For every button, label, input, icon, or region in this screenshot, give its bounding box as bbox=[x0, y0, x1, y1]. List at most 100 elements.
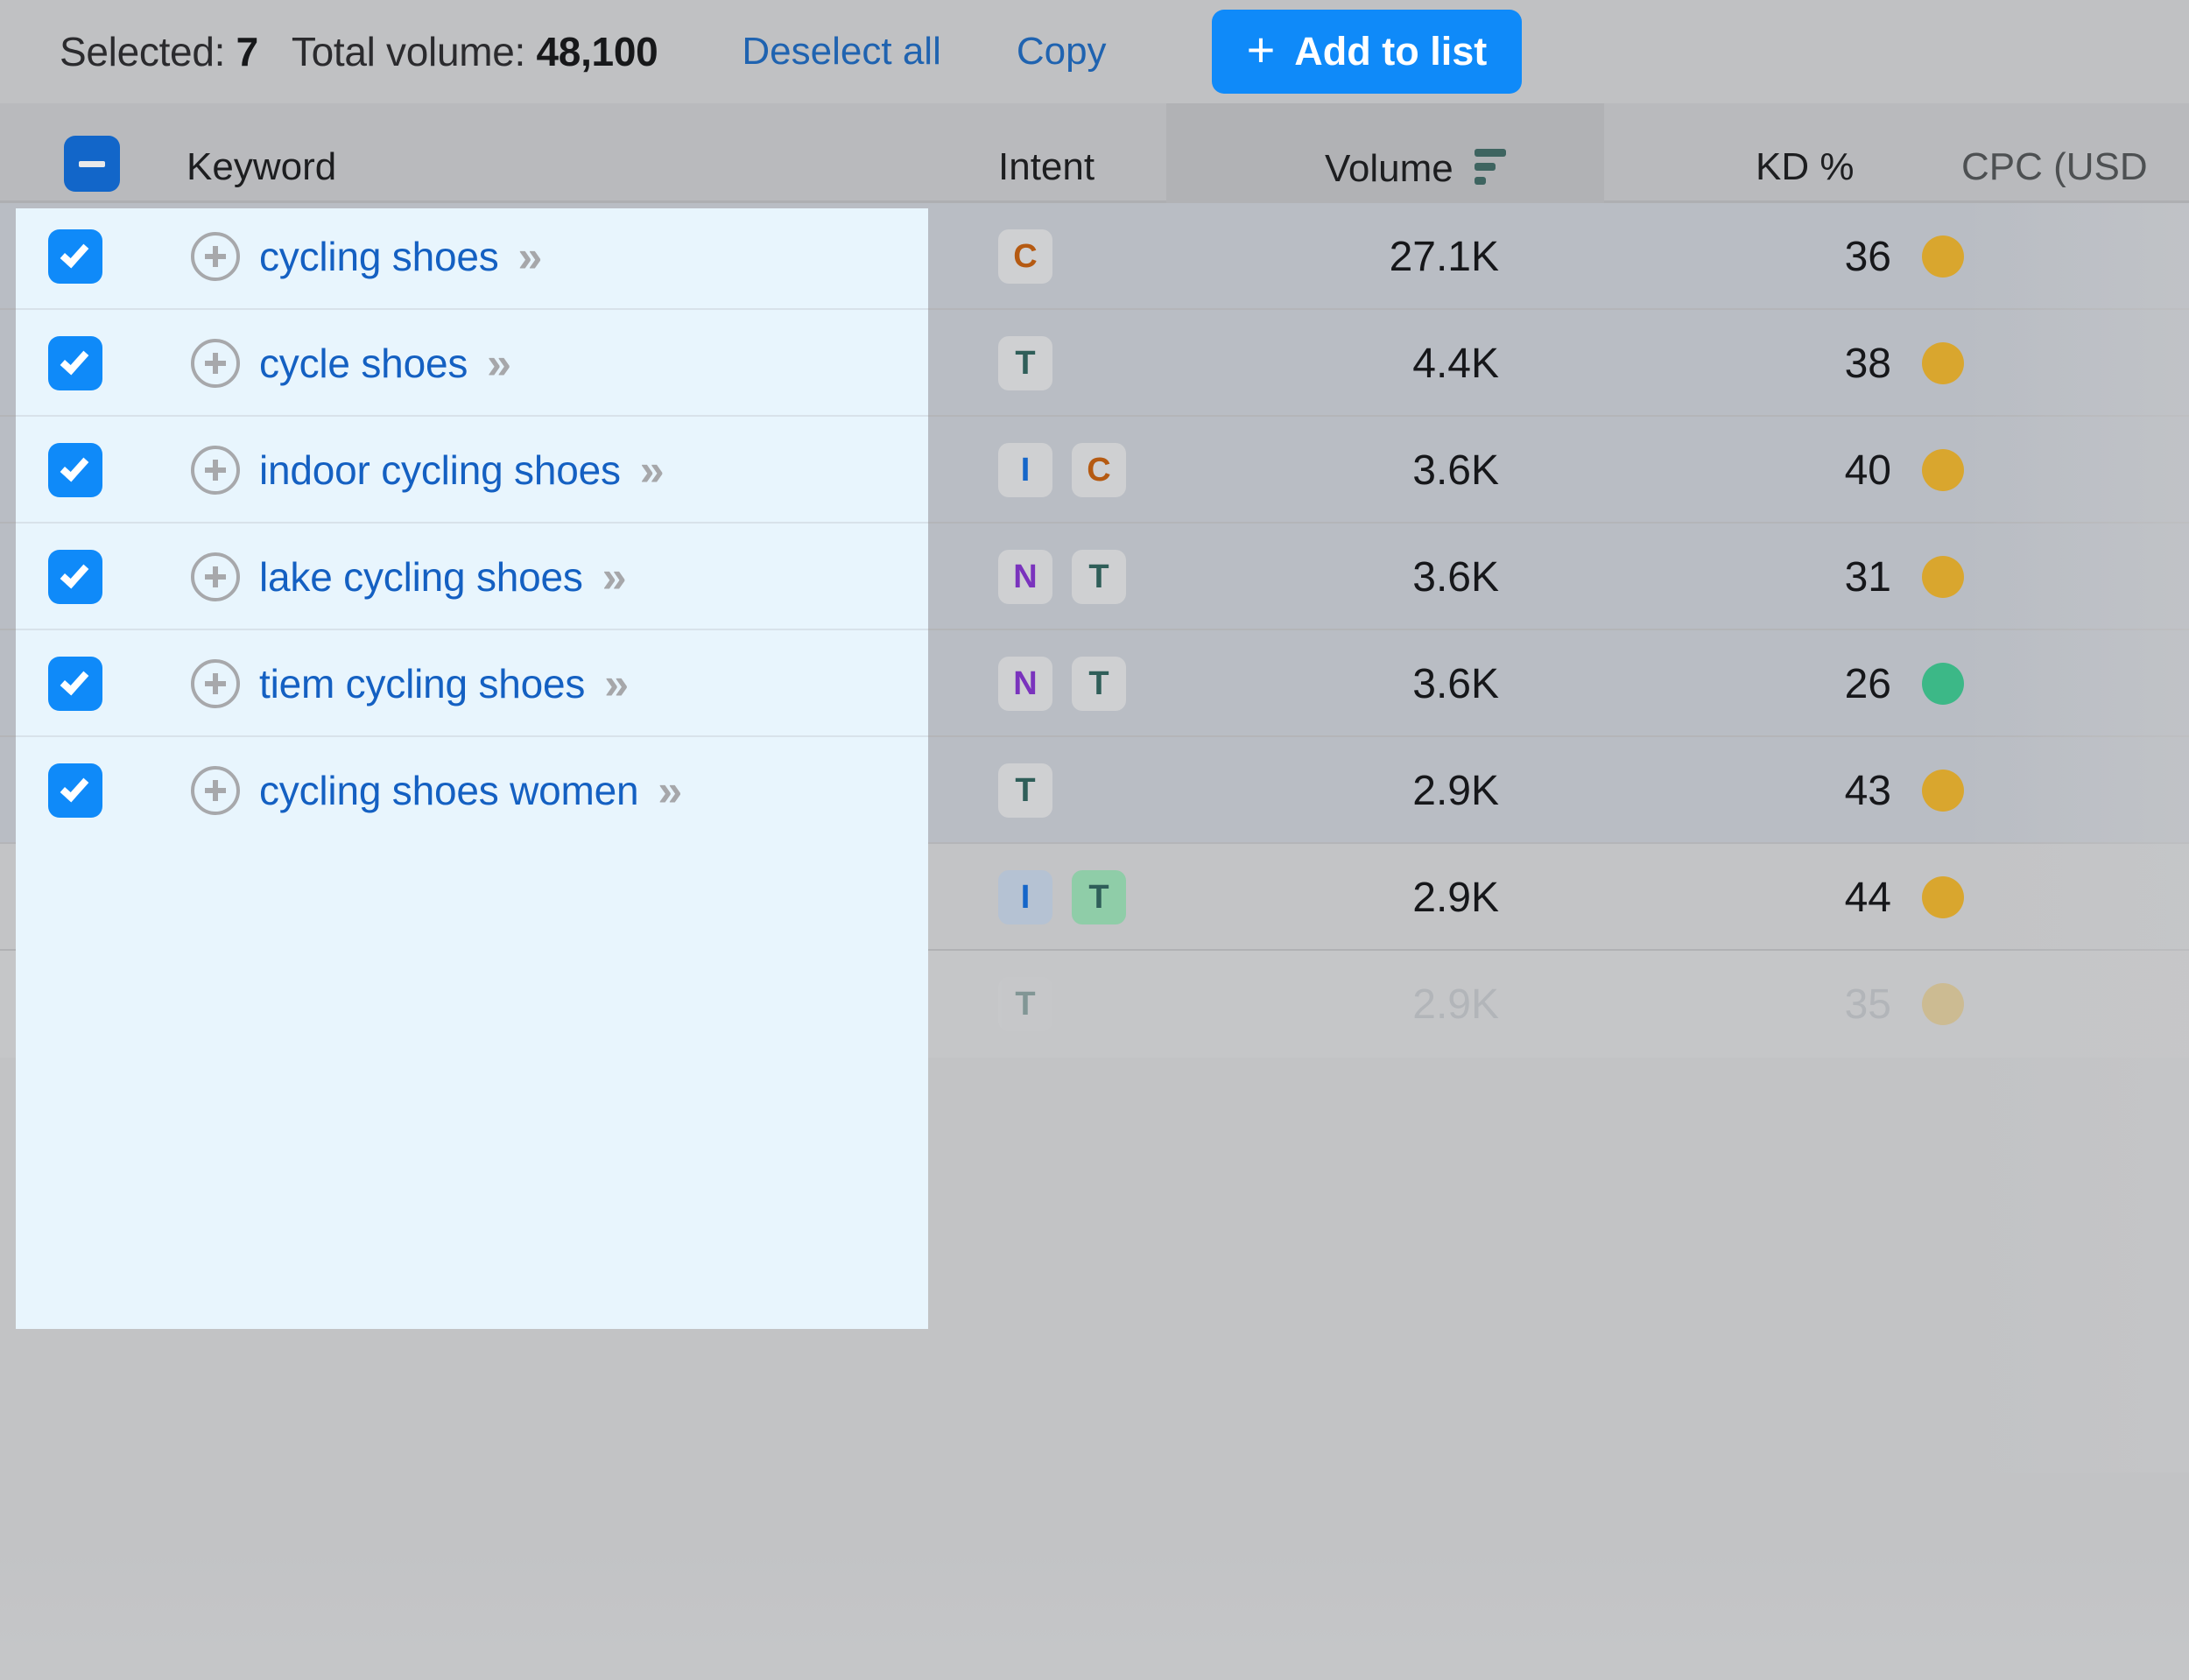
cpc-cell: 1.0 bbox=[1996, 630, 2189, 737]
keyword-link[interactable]: sidi cycling shoes bbox=[259, 981, 570, 1028]
intent-badge-t[interactable]: T bbox=[998, 336, 1052, 390]
row-checkbox-cell bbox=[48, 630, 102, 737]
row-select-checkbox[interactable] bbox=[48, 336, 102, 390]
table-row[interactable]: sidi cycling shoes » T 2.9K 35 0. bbox=[0, 951, 2189, 1058]
keyword-cell: tiem cycling shoes » bbox=[191, 630, 629, 737]
chevron-double-right-icon[interactable]: » bbox=[487, 341, 511, 385]
table-header-row: Keyword Intent Volume KD % CPC (USD bbox=[0, 103, 2189, 203]
table-row[interactable]: cycle shoes » T 4.4K 38 0.6 bbox=[0, 310, 2189, 417]
kd-cell: 43 bbox=[1699, 737, 1891, 844]
chevron-double-right-icon[interactable]: » bbox=[602, 555, 627, 599]
intent-badge-c[interactable]: C bbox=[998, 229, 1052, 284]
select-all-checkbox[interactable] bbox=[64, 136, 120, 192]
intent-badge-c[interactable]: C bbox=[1072, 443, 1126, 497]
add-keyword-plus-icon[interactable] bbox=[191, 339, 240, 388]
row-select-checkbox[interactable] bbox=[48, 443, 102, 497]
add-to-list-label: Add to list bbox=[1294, 29, 1488, 74]
column-header-intent[interactable]: Intent bbox=[998, 145, 1094, 189]
intent-badge-t[interactable]: T bbox=[1072, 870, 1126, 924]
cpc-cell: 0.6 bbox=[1996, 737, 2189, 844]
kd-value: 40 bbox=[1844, 446, 1891, 494]
add-keyword-plus-icon[interactable] bbox=[191, 232, 240, 281]
volume-cell: 3.6K bbox=[1166, 524, 1604, 630]
kd-cell: 36 bbox=[1699, 203, 1891, 310]
add-to-list-button[interactable]: + Add to list bbox=[1211, 10, 1523, 94]
intent-badge-t[interactable]: T bbox=[1072, 550, 1126, 604]
keyword-table-screen: Selected: 7 Total volume: 48,100 Deselec… bbox=[0, 0, 2189, 1680]
intent-badge-t[interactable]: T bbox=[998, 763, 1052, 818]
row-select-checkbox[interactable] bbox=[48, 870, 102, 924]
chevron-double-right-icon[interactable]: » bbox=[602, 875, 627, 919]
intent-badge-i[interactable]: I bbox=[998, 443, 1052, 497]
kd-difficulty-dot-cell bbox=[1922, 524, 1964, 630]
table-row[interactable]: cycling shoes » C 27.1K 36 0.6 bbox=[0, 203, 2189, 310]
row-checkbox-cell bbox=[48, 844, 102, 951]
row-select-checkbox[interactable] bbox=[48, 550, 102, 604]
keyword-link[interactable]: tiem cycling shoes bbox=[259, 660, 585, 707]
kd-difficulty-dot-icon bbox=[1922, 556, 1964, 598]
row-select-checkbox[interactable] bbox=[48, 763, 102, 818]
keyword-cell: indoor cycling shoes » bbox=[191, 417, 665, 524]
total-volume-stat: Total volume: 48,100 bbox=[292, 28, 658, 75]
volume-value: 2.9K bbox=[1412, 874, 1499, 921]
kd-cell: 40 bbox=[1699, 417, 1891, 524]
keyword-link[interactable]: lake cycling shoes bbox=[259, 553, 583, 601]
cpc-cell: 0. bbox=[1996, 951, 2189, 1058]
table-row[interactable]: cycling shoes women » T 2.9K 43 0.6 bbox=[0, 737, 2189, 844]
column-header-keyword[interactable]: Keyword bbox=[187, 145, 336, 189]
kd-difficulty-dot-cell bbox=[1922, 737, 1964, 844]
table-row[interactable]: lake cycling shoes » NT 3.6K 31 0.4 bbox=[0, 524, 2189, 630]
row-select-checkbox[interactable] bbox=[48, 977, 102, 1031]
intent-badge-t[interactable]: T bbox=[998, 977, 1052, 1031]
table-row[interactable]: indoor cycling shoes » IC 3.6K 40 0.5 bbox=[0, 417, 2189, 524]
kd-difficulty-dot-icon bbox=[1922, 342, 1964, 384]
intent-badge-i[interactable]: I bbox=[998, 870, 1052, 924]
kd-value: 36 bbox=[1844, 233, 1891, 280]
keyword-cell: cycle shoes » bbox=[191, 310, 511, 417]
intent-cell: T bbox=[998, 951, 1072, 1058]
keyword-link[interactable]: cycling shoes bbox=[259, 233, 499, 280]
row-select-checkbox[interactable] bbox=[48, 229, 102, 284]
table-row[interactable]: nike cycling shoes » IT 2.9K 44 0.6 bbox=[0, 844, 2189, 951]
keyword-cell: cycling shoes women » bbox=[191, 737, 682, 844]
cpc-cell: 0.4 bbox=[1996, 524, 2189, 630]
selection-toolbar: Selected: 7 Total volume: 48,100 Deselec… bbox=[0, 0, 2189, 103]
chevron-double-right-icon[interactable]: » bbox=[588, 982, 613, 1026]
column-header-cpc[interactable]: CPC (USD bbox=[1961, 145, 2148, 189]
chevron-double-right-icon[interactable]: » bbox=[658, 769, 682, 812]
keyword-link[interactable]: cycle shoes bbox=[259, 340, 468, 387]
row-select-checkbox[interactable] bbox=[48, 657, 102, 711]
add-keyword-plus-icon[interactable] bbox=[191, 552, 240, 601]
selected-label: Selected: bbox=[60, 29, 226, 74]
table-row[interactable]: tiem cycling shoes » NT 3.6K 26 1.0 bbox=[0, 630, 2189, 737]
keyword-link[interactable]: nike cycling shoes bbox=[259, 874, 583, 921]
bottom-edge-fade bbox=[0, 1549, 2189, 1680]
add-keyword-plus-icon[interactable] bbox=[191, 873, 240, 922]
keyword-link[interactable]: cycling shoes women bbox=[259, 767, 639, 814]
sort-descending-icon[interactable] bbox=[1474, 149, 1506, 185]
add-keyword-plus-icon[interactable] bbox=[191, 980, 240, 1029]
kd-difficulty-dot-icon bbox=[1922, 235, 1964, 278]
indeterminate-dash-icon bbox=[79, 160, 105, 167]
column-header-volume-label: Volume bbox=[1325, 147, 1453, 190]
intent-badge-n[interactable]: N bbox=[998, 550, 1052, 604]
checkmark-icon bbox=[60, 559, 89, 589]
chevron-double-right-icon[interactable]: » bbox=[518, 235, 543, 278]
intent-badge-n[interactable]: N bbox=[998, 657, 1052, 711]
column-header-volume[interactable]: Volume bbox=[1325, 145, 1506, 191]
table-body: cycling shoes » C 27.1K 36 0.6 cycle shoes » T 4.… bbox=[0, 203, 2189, 1058]
add-keyword-plus-icon[interactable] bbox=[191, 446, 240, 495]
copy-link[interactable]: Copy bbox=[1017, 30, 1107, 74]
column-header-kd[interactable]: KD % bbox=[1756, 145, 1854, 189]
add-keyword-plus-icon[interactable] bbox=[191, 766, 240, 815]
volume-cell: 27.1K bbox=[1166, 203, 1604, 310]
keyword-cell: cycling shoes » bbox=[191, 203, 542, 310]
volume-value: 27.1K bbox=[1389, 233, 1499, 280]
add-keyword-plus-icon[interactable] bbox=[191, 659, 240, 708]
chevron-double-right-icon[interactable]: » bbox=[640, 448, 665, 492]
keyword-link[interactable]: indoor cycling shoes bbox=[259, 446, 621, 494]
deselect-all-link[interactable]: Deselect all bbox=[742, 30, 940, 74]
intent-badge-t[interactable]: T bbox=[1072, 657, 1126, 711]
chevron-double-right-icon[interactable]: » bbox=[604, 662, 629, 706]
intent-cell: T bbox=[998, 737, 1072, 844]
